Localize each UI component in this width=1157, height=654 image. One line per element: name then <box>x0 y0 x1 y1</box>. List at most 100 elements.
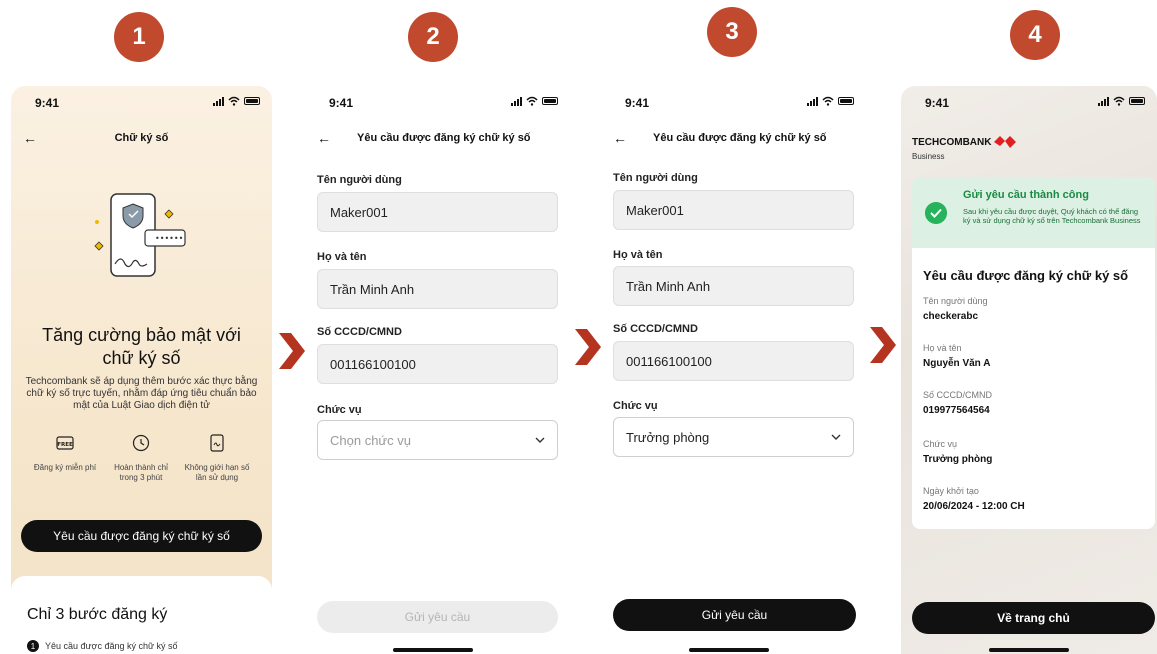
intro-title: Tăng cường bảo mật với chữ ký số <box>42 325 241 368</box>
id-number-label: Số CCCD/CMND <box>613 323 698 335</box>
battery-icon <box>838 97 854 105</box>
clock-icon <box>132 434 150 452</box>
screen-success: 9:41 TECHCOMBANK Business Gửi yêu cầu th… <box>901 86 1157 654</box>
success-banner: Gửi yêu cầu thành công Sau khi yêu cầu đ… <box>912 177 1155 248</box>
feature-label: Hoàn thành chỉ trong 3 phút <box>114 463 168 482</box>
screen-intro: 9:41 ← Chữ ký số •••••• Tăng cường bảo m… <box>11 86 272 654</box>
logo-text-part1: TECHCOM <box>912 136 963 148</box>
info-value: Trưởng phòng <box>923 454 993 465</box>
status-time: 9:41 <box>329 96 354 110</box>
fullname-field: Trần Minh Anh <box>317 269 558 309</box>
info-label: Chức vụ <box>923 439 958 449</box>
back-arrow-icon[interactable]: ← <box>317 130 331 146</box>
id-number-label: Số CCCD/CMND <box>317 326 402 338</box>
nav-title: Yêu cầu được đăng ký chữ ký số <box>653 132 827 144</box>
battery-icon <box>244 97 260 105</box>
fullname-field: Trần Minh Anh <box>613 266 854 306</box>
username-label: Tên người dùng <box>613 172 698 184</box>
phone-signature-illustration: •••••• <box>94 193 186 277</box>
status-time: 9:41 <box>925 96 950 110</box>
position-value: Trưởng phòng <box>626 429 710 445</box>
steps-card: Chỉ 3 bước đăng ký 1 Yêu cầu được đăng k… <box>11 576 272 654</box>
feature-fast: Hoàn thành chỉ trong 3 phút <box>105 434 177 483</box>
next-arrow-icon <box>575 329 601 365</box>
status-bar: 9:41 <box>901 94 1157 114</box>
info-label: Tên người dùng <box>923 296 988 306</box>
id-number-field: 001166100100 <box>317 344 558 384</box>
chevron-down-icon <box>535 437 545 443</box>
check-circle-icon <box>925 202 947 224</box>
username-field: Maker001 <box>613 190 854 230</box>
signal-icon <box>213 96 224 106</box>
position-placeholder: Chọn chức vụ <box>330 432 411 448</box>
feature-free: FREE Đăng ký miễn phí <box>29 434 101 473</box>
feature-unlimited: Không giới hạn số lần sử dụng <box>181 434 253 483</box>
svg-text:••••••: •••••• <box>155 234 183 243</box>
step-badge-2: 2 <box>408 12 458 62</box>
signal-icon <box>807 96 818 106</box>
next-arrow-icon <box>870 327 896 363</box>
status-bar: 9:41 <box>11 94 272 114</box>
info-value: 20/06/2024 - 12:00 CH <box>923 501 1025 512</box>
wifi-icon <box>1113 96 1125 106</box>
battery-icon <box>542 97 558 105</box>
step-label: Yêu cầu được đăng ký chữ ký số <box>45 641 178 651</box>
info-value: 019977564564 <box>923 405 990 416</box>
chevron-down-icon <box>831 434 841 440</box>
position-select[interactable]: Chọn chức vụ <box>317 420 558 460</box>
free-badge-text: FREE <box>57 442 73 448</box>
techcombank-logo-icon <box>994 136 1017 148</box>
fullname-label: Họ và tên <box>317 251 367 263</box>
screen-form-empty: 9:41 ← Yêu cầu được đăng ký chữ ký số Tê… <box>305 86 570 654</box>
step-number: 1 <box>27 640 39 652</box>
nav-title: Yêu cầu được đăng ký chữ ký số <box>357 132 531 144</box>
request-register-button[interactable]: Yêu cầu được đăng ký chữ ký số <box>21 520 262 552</box>
position-label: Chức vụ <box>613 400 658 412</box>
free-icon: FREE <box>56 436 74 450</box>
steps-card-step: 1 Yêu cầu được đăng ký chữ ký số <box>27 640 178 652</box>
feature-label: Không giới hạn số lần sử dụng <box>184 463 250 482</box>
info-value: Nguyễn Văn A <box>923 358 991 369</box>
back-arrow-icon[interactable]: ← <box>613 130 627 146</box>
step-badge-4: 4 <box>1010 10 1060 60</box>
position-select[interactable]: Trưởng phòng <box>613 417 854 457</box>
request-summary-card: Gửi yêu cầu thành công Sau khi yêu cầu đ… <box>912 177 1155 529</box>
home-indicator <box>393 648 473 652</box>
status-bar: 9:41 <box>305 94 570 114</box>
home-indicator <box>689 648 769 652</box>
back-home-button[interactable]: Về trang chủ <box>912 602 1155 634</box>
home-indicator <box>989 648 1069 652</box>
info-label: Số CCCD/CMND <box>923 390 993 400</box>
status-time: 9:41 <box>35 96 60 110</box>
step-badge-3: 3 <box>707 7 757 57</box>
battery-icon <box>1129 97 1145 105</box>
submit-button-disabled[interactable]: Gửi yêu cầu <box>317 601 558 633</box>
submit-button[interactable]: Gửi yêu cầu <box>613 599 856 631</box>
status-time: 9:41 <box>625 96 650 110</box>
username-label: Tên người dùng <box>317 174 402 186</box>
info-value: checkerabc <box>923 311 979 322</box>
signature-icon <box>210 434 224 452</box>
wifi-icon <box>822 96 834 106</box>
wifi-icon <box>526 96 538 106</box>
screen-form-filled: 9:41 ← Yêu cầu được đăng ký chữ ký số Tê… <box>601 86 866 654</box>
success-description: Sau khi yêu cầu được duyệt, Quý khách có… <box>963 207 1141 225</box>
wifi-icon <box>228 96 240 106</box>
feature-label: Đăng ký miễn phí <box>33 463 97 472</box>
next-arrow-icon <box>279 333 305 369</box>
techcombank-logo: TECHCOMBANK <box>912 136 1017 148</box>
position-label: Chức vụ <box>317 404 362 416</box>
signal-icon <box>1098 96 1109 106</box>
fullname-label: Họ và tên <box>613 249 663 261</box>
card-title: Yêu cầu được đăng ký chữ ký số <box>923 268 1129 283</box>
step-badge-1: 1 <box>114 12 164 62</box>
logo-subtitle: Business <box>912 152 945 161</box>
signal-icon <box>511 96 522 106</box>
intro-description: Techcombank sẽ áp dụng thêm bước xác thự… <box>25 376 258 411</box>
status-bar: 9:41 <box>601 94 866 114</box>
info-label: Ngày khởi tạo <box>923 486 979 496</box>
username-field: Maker001 <box>317 192 558 232</box>
nav-title: Chữ ký số <box>114 132 169 144</box>
steps-card-title: Chỉ 3 bước đăng ký <box>27 606 168 623</box>
logo-text-part2: BANK <box>962 136 992 148</box>
